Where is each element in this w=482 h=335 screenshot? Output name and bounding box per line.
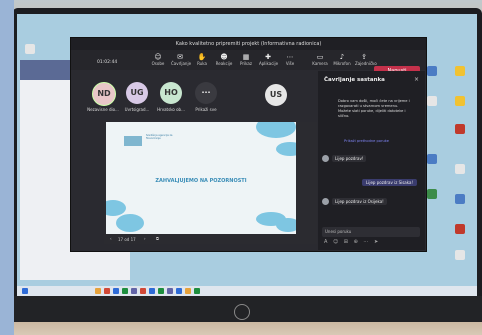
chat-intro: Dobro vam došli, moći ćete na vrijeme i …	[338, 99, 410, 118]
prev-slide-icon[interactable]: ‹	[110, 236, 112, 241]
more-icon: ⋯	[286, 53, 294, 61]
logo-text: Središnja agencija za financiranje	[146, 134, 173, 140]
desktop-icon[interactable]	[427, 96, 437, 106]
taskbar-app-icon[interactable]	[140, 288, 146, 294]
show-all-button[interactable]: ···	[195, 82, 217, 104]
chat-panel: Čavrljanje sastanka × Dobro vam došli, m…	[318, 71, 425, 250]
chat-input[interactable]: Unesi poruku	[322, 227, 420, 237]
share-icon: ⇪	[361, 53, 367, 61]
desktop-icon[interactable]	[455, 194, 465, 204]
participant-name: Prikaži sve	[195, 107, 217, 112]
taskbar-app-icon[interactable]	[149, 288, 155, 294]
taskbar-app-icon[interactable]	[167, 288, 173, 294]
taskbar-app-icon[interactable]	[131, 288, 137, 294]
decor-shape	[276, 218, 296, 232]
slide-title: ZAHVALJUJEMO NA POZORNOSTI	[155, 178, 247, 184]
slide-page: 17 od 17	[118, 237, 136, 242]
avatar	[322, 198, 329, 205]
taskbar-app-icon[interactable]	[95, 288, 101, 294]
camera-button[interactable]: ▭ Kamera	[311, 53, 329, 69]
chat-message: Lijep pozdrav iz Sisaka!	[362, 179, 418, 186]
people-button[interactable]: ☺ Osobe	[149, 53, 167, 69]
slide-controls: ‹ 17 od 17 › ⧉	[106, 234, 296, 246]
logo	[234, 304, 250, 320]
raise-hand-button[interactable]: ✋ Ruka	[193, 53, 211, 69]
decor-shape	[106, 200, 126, 216]
participant-avatar[interactable]: ND	[92, 82, 116, 106]
chat-message: Lijep pozdrav iz Osijeka!	[332, 198, 387, 205]
chat-button[interactable]: ✉ Čavrljanje	[171, 53, 191, 69]
table-surface	[0, 322, 482, 335]
desktop-icon[interactable]	[25, 44, 35, 54]
taskbar-app-icon[interactable]	[122, 288, 128, 294]
hand-icon: ✋	[197, 53, 207, 61]
meeting-timer: 01:02:44	[97, 60, 118, 65]
desktop-icon[interactable]	[455, 224, 465, 234]
previous-messages-link[interactable]: Prikaži prethodne poruke	[344, 139, 389, 143]
mic-button[interactable]: ♪ Mikrofon	[333, 53, 351, 69]
chat-icon: ✉	[177, 53, 183, 61]
camera-icon: ▭	[316, 53, 324, 61]
participant-avatar[interactable]: US	[265, 84, 287, 106]
chat-format-tools[interactable]: A ☺ ⊞ ⊕ ⋯ ➤	[324, 239, 380, 245]
decor-shape	[276, 142, 296, 156]
start-icon[interactable]	[22, 288, 28, 294]
taskbar-app-icon[interactable]	[176, 288, 182, 294]
taskbar-app-icon[interactable]	[185, 288, 191, 294]
frame-edge	[0, 0, 14, 335]
chat-title: Čavrljanje sastanka	[324, 77, 385, 83]
view-button[interactable]: ▦ Prikaz	[237, 53, 255, 69]
close-icon[interactable]: ×	[414, 76, 419, 83]
reactions-icon: ☻	[220, 53, 228, 61]
mic-icon: ♪	[339, 53, 345, 61]
participant-avatar[interactable]: UG	[126, 82, 148, 104]
taskbar-app-icon[interactable]	[194, 288, 200, 294]
taskbar-app-icon[interactable]	[158, 288, 164, 294]
next-slide-icon[interactable]: ›	[144, 236, 146, 241]
desktop-icon[interactable]	[455, 164, 465, 174]
view-icon: ▦	[242, 53, 250, 61]
meeting-window: Kako kvalitetno pripremiti projekt (Info…	[70, 37, 427, 252]
fullscreen-icon[interactable]: ⧉	[156, 236, 159, 241]
window-title: Kako kvalitetno pripremiti projekt (Info…	[71, 38, 426, 50]
avatar	[322, 155, 329, 162]
taskbar-app-icon[interactable]	[113, 288, 119, 294]
desktop-icon[interactable]	[455, 124, 465, 134]
participant-name: Nezavisne dio...	[87, 107, 119, 112]
desktop-icon[interactable]	[427, 66, 437, 76]
desktop-icon[interactable]	[455, 66, 465, 76]
desktop-icon[interactable]	[427, 189, 437, 199]
logo	[124, 136, 142, 146]
participant-name: Uvrtsigrad...	[124, 107, 150, 112]
meeting-toolbar: ☺ Osobe ✉ Čavrljanje ✋ Ruka ☻ Reakcije ▦ Prik…	[71, 50, 426, 77]
users-icon: ☺	[154, 53, 162, 61]
desktop-icon[interactable]	[455, 96, 465, 106]
chat-message: Lijep pozdrav!	[332, 155, 367, 162]
taskbar-app-icon[interactable]	[104, 288, 110, 294]
apps-icon: ✚	[265, 53, 271, 61]
share-button[interactable]: ⇪ Zajedničko	[355, 53, 377, 69]
desktop-icon[interactable]	[455, 250, 465, 260]
taskbar	[17, 286, 477, 296]
reactions-button[interactable]: ☻ Reakcije	[215, 53, 233, 69]
decor-shape	[256, 122, 296, 138]
desktop-icon[interactable]	[427, 154, 437, 164]
shared-slide[interactable]: Središnja agencija za financiranje ZAHVA…	[106, 122, 296, 234]
participant-avatar[interactable]: HO	[160, 82, 182, 104]
decor-shape	[116, 214, 144, 232]
more-button[interactable]: ⋯ Više	[281, 53, 299, 69]
apps-button[interactable]: ✚ Aplikacije	[259, 53, 278, 69]
participant-name: Hrvatsko ob...	[157, 107, 185, 112]
